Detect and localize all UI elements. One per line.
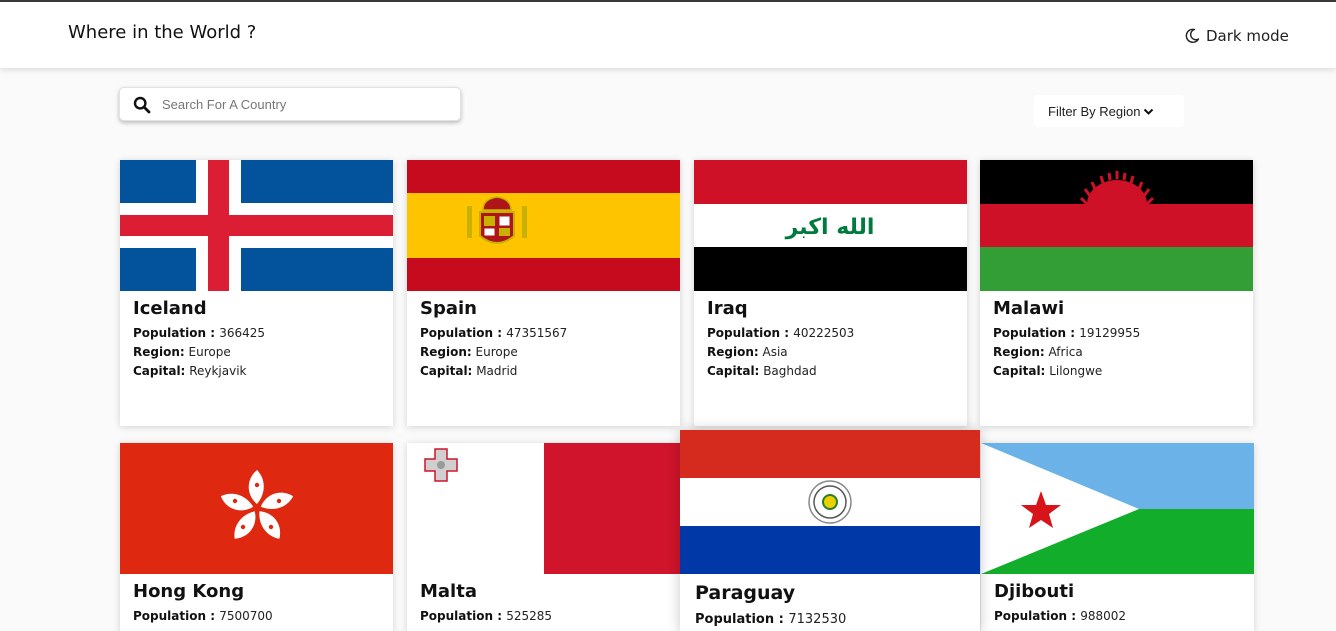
country-card-paraguay[interactable]: Paraguay Population : 7132530: [680, 430, 980, 631]
capital-line: Capital: Madrid: [420, 364, 518, 378]
search-icon: [133, 96, 151, 114]
iraq-flag-inscription: الله اكبر: [785, 215, 875, 240]
country-name: Iraq: [707, 298, 748, 319]
country-name: Malta: [420, 581, 477, 602]
country-card-djibouti[interactable]: Djibouti Population : 988002: [981, 443, 1254, 631]
country-name: Iceland: [133, 298, 207, 319]
search-input[interactable]: [162, 93, 442, 115]
spain-flag: [407, 160, 680, 291]
country-card-spain[interactable]: Spain Population : 47351567 Region: Euro…: [407, 160, 680, 426]
country-name: Paraguay: [695, 582, 796, 604]
country-card-iceland[interactable]: Iceland Population : 366425 Region: Euro…: [120, 160, 393, 426]
moon-icon: [1185, 28, 1200, 43]
malta-flag: [407, 443, 680, 574]
population-line: Population : 47351567: [420, 326, 568, 340]
region-filter-dropdown[interactable]: Filter By Region: [1034, 95, 1184, 127]
dark-mode-label: Dark mode: [1206, 27, 1289, 45]
population-line: Population : 366425: [133, 326, 265, 340]
hong-kong-flag: [120, 443, 393, 574]
population-line: Population : 988002: [994, 609, 1126, 623]
search-box[interactable]: [119, 87, 461, 121]
country-name: Djibouti: [994, 581, 1075, 602]
population-line: Population : 7132530: [695, 612, 847, 627]
country-card-malawi[interactable]: Malawi Population : 19129955 Region: Afr…: [980, 160, 1253, 426]
country-card-iraq[interactable]: الله اكبر Iraq Population : 40222503 Reg…: [694, 160, 967, 426]
dark-mode-toggle[interactable]: Dark mode: [1184, 27, 1289, 45]
chevron-down-icon: [1144, 108, 1154, 115]
capital-line: Capital: Lilongwe: [993, 364, 1103, 378]
population-line: Population : 40222503: [707, 326, 855, 340]
country-name: Spain: [420, 298, 477, 319]
population-line: Population : 525285: [420, 609, 552, 623]
capital-line: Capital: Reykjavik: [133, 364, 247, 378]
region-filter-label: Filter By Region: [1048, 103, 1141, 119]
region-line: Region: Africa: [993, 345, 1083, 359]
malawi-flag: [980, 160, 1253, 291]
app-header: Where in the World ? Dark mode: [0, 2, 1336, 68]
region-line: Region: Asia: [707, 345, 788, 359]
country-card-hong-kong[interactable]: Hong Kong Population : 7500700: [120, 443, 393, 631]
region-line: Region: Europe: [133, 345, 231, 359]
population-line: Population : 19129955: [993, 326, 1141, 340]
iraq-flag: الله اكبر: [694, 160, 967, 291]
app-title: Where in the World ?: [68, 22, 257, 43]
country-card-malta[interactable]: Malta Population : 525285: [407, 443, 680, 631]
region-line: Region: Europe: [420, 345, 518, 359]
capital-line: Capital: Baghdad: [707, 364, 817, 378]
country-name: Hong Kong: [133, 581, 245, 602]
population-line: Population : 7500700: [133, 609, 273, 623]
iceland-flag: [120, 160, 393, 291]
country-name: Malawi: [993, 298, 1065, 319]
paraguay-flag: [680, 430, 980, 574]
djibouti-flag: [981, 443, 1254, 574]
